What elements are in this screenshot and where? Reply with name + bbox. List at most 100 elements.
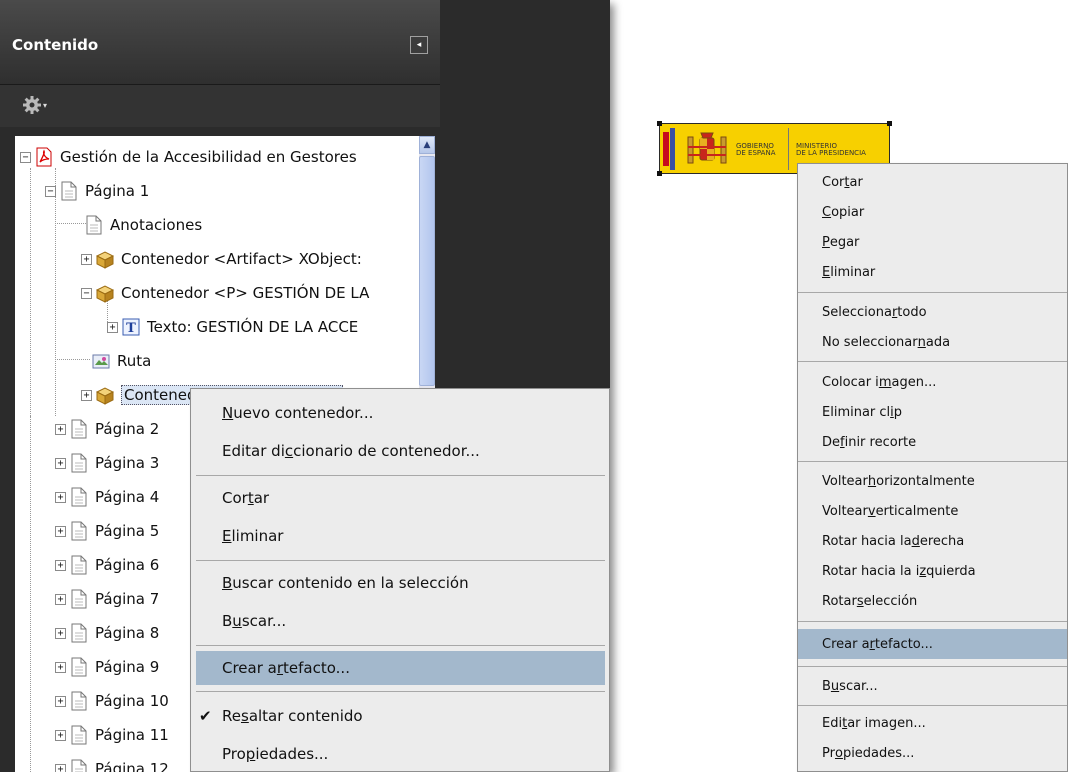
menu-item-colocar-imagen[interactable]: Colocar i m agen...	[798, 367, 1067, 397]
expand-toggle-icon[interactable]: +	[55, 491, 66, 503]
panel-header: Contenido ◂	[0, 0, 440, 85]
menu-item-eliminar[interactable]: Eliminar	[191, 520, 609, 552]
resize-handle[interactable]	[657, 171, 662, 176]
collapse-panel-button[interactable]: ◂	[410, 36, 428, 54]
collapse-toggle-icon[interactable]: −	[20, 151, 31, 163]
menu-item-pegar[interactable]: Pegar	[798, 227, 1067, 257]
menu-item-copiar[interactable]: Copiar	[798, 197, 1067, 227]
tree-item-label: Página 4	[95, 488, 160, 506]
menu-item-crear-artefacto[interactable]: Crear a r tefacto...	[196, 651, 605, 685]
tree-item-page[interactable]: + Página 7	[55, 582, 159, 616]
menu-item-rotar-izquierda[interactable]: Rotar hacia la i z quierda	[798, 556, 1067, 586]
tree-item-annotations[interactable]: Anotaciones	[70, 208, 202, 242]
text-t-icon: T	[122, 317, 140, 337]
menu-item-definir-recorte[interactable]: De f inir recorte	[798, 427, 1067, 457]
menu-item-buscar[interactable]: Bu scar...	[191, 605, 609, 637]
expand-toggle-icon[interactable]: +	[107, 321, 118, 333]
tree-item-page[interactable]: + Página 4	[55, 480, 159, 514]
tree-item-label: Página 1	[85, 182, 150, 200]
tree-item-label: Página 11	[95, 726, 169, 744]
menu-item-resaltar-contenido[interactable]: ✔ Re s altar contenido	[191, 700, 609, 732]
tree-item-path[interactable]: Ruta	[92, 344, 151, 378]
collapse-toggle-icon[interactable]: −	[45, 185, 56, 197]
page-icon	[60, 181, 78, 201]
page-icon	[70, 419, 88, 439]
menu-item-buscar-contenido-seleccion[interactable]: Buscar contenido en la selección	[191, 567, 609, 599]
path-image-icon	[92, 351, 110, 371]
page-icon	[70, 657, 88, 677]
scroll-thumb[interactable]	[419, 156, 435, 386]
expand-toggle-icon[interactable]: +	[55, 763, 66, 772]
tree-item-page[interactable]: + Página 6	[55, 548, 159, 582]
menu-item-eliminar[interactable]: Eliminar	[798, 257, 1067, 287]
tree-item-label: Página 3	[95, 454, 160, 472]
tree-item-container[interactable]: − Contenedor <P> GESTIÓN DE LA	[81, 276, 369, 310]
tree-item-label: Gestión de la Accesibilidad en Gestores	[60, 148, 357, 166]
tree-line	[55, 359, 90, 360]
image-context-menu: Cor t ar Copiar Pegar Eliminar Selecciona r…	[797, 163, 1068, 772]
resize-handle[interactable]	[657, 121, 662, 126]
svg-text:T: T	[126, 321, 136, 336]
content-panel: Contenido ◂ ▾ − Gestión de la Accesibili…	[0, 0, 610, 772]
menu-item-rotar-derecha[interactable]: Rotar hacia la d erecha	[798, 526, 1067, 556]
tree-item-page[interactable]: + Página 2	[55, 412, 159, 446]
menu-item-nuevo-contenedor[interactable]: Nuevo contenedor...	[191, 397, 609, 429]
menu-item-rotar-seleccion[interactable]: Rotar s elección	[798, 586, 1067, 616]
resize-handle[interactable]	[887, 121, 892, 126]
page-icon	[70, 623, 88, 643]
menu-item-buscar[interactable]: Bu scar...	[798, 671, 1067, 701]
page-icon	[70, 589, 88, 609]
menu-item-seleccionar-todo[interactable]: Selecciona r todo	[798, 297, 1067, 327]
page-icon	[70, 453, 88, 473]
menu-item-editar-imagen[interactable]: Edi t ar imagen...	[798, 708, 1067, 738]
collapse-toggle-icon[interactable]: −	[81, 287, 92, 299]
expand-toggle-icon[interactable]: +	[55, 627, 66, 639]
expand-toggle-icon[interactable]: +	[55, 729, 66, 741]
menu-item-propiedades[interactable]: Propiedades...	[191, 738, 609, 770]
tree-item-page[interactable]: + Página 12	[55, 752, 169, 772]
menu-item-eliminar-clip[interactable]: Eliminar cl i p	[798, 397, 1067, 427]
gear-caret-icon: ▾	[43, 101, 47, 110]
expand-toggle-icon[interactable]: +	[55, 423, 66, 435]
logo-divider	[788, 128, 789, 170]
menu-item-voltear-vertical[interactable]: Voltear v erticalmente	[798, 496, 1067, 526]
expand-toggle-icon[interactable]: +	[81, 253, 92, 265]
tree-item-label: Página 9	[95, 658, 160, 676]
tree-item-page[interactable]: − Página 1	[45, 174, 149, 208]
tree-item-page[interactable]: + Página 10	[55, 684, 169, 718]
tree-item-document[interactable]: − Gestión de la Accesibilidad en Gestore…	[20, 140, 357, 174]
tree-item-page[interactable]: + Página 8	[55, 616, 159, 650]
tree-item-label: Página 7	[95, 590, 160, 608]
tree-item-page[interactable]: + Página 3	[55, 446, 159, 480]
page-icon	[70, 759, 88, 772]
expand-toggle-icon[interactable]: +	[55, 695, 66, 707]
menu-separator	[798, 705, 1067, 706]
logo-flag-stripe	[663, 132, 669, 166]
expand-toggle-icon[interactable]: +	[55, 661, 66, 673]
tree-item-page[interactable]: + Página 5	[55, 514, 159, 548]
menu-item-voltear-horizontal[interactable]: Voltear h orizontalmente	[798, 466, 1067, 496]
menu-item-editar-diccionario[interactable]: Editar di c cionario de contenedor...	[191, 435, 609, 467]
container-box-icon	[95, 283, 115, 303]
menu-item-crear-artefacto[interactable]: Crear a r tefacto...	[798, 629, 1067, 659]
menu-item-no-seleccionar[interactable]: No seleccionar n ada	[798, 327, 1067, 357]
menu-separator	[798, 292, 1067, 293]
tree-item-container[interactable]: + Contenedor <Artifact> XObject:	[81, 242, 362, 276]
container-box-icon	[95, 249, 115, 269]
logo-text-espana: DE ESPAÑA	[736, 149, 776, 157]
options-gear-icon[interactable]: ▾	[22, 94, 50, 116]
menu-item-propiedades[interactable]: Propiedades...	[798, 738, 1067, 768]
expand-toggle-icon[interactable]: +	[55, 525, 66, 537]
menu-item-cortar[interactable]: Cor t ar	[798, 167, 1067, 197]
scroll-up-arrow-icon[interactable]: ▲	[419, 136, 435, 154]
menu-separator	[798, 361, 1067, 362]
expand-toggle-icon[interactable]: +	[55, 457, 66, 469]
tree-item-page[interactable]: + Página 9	[55, 650, 159, 684]
tree-item-page[interactable]: + Página 11	[55, 718, 169, 752]
expand-toggle-icon[interactable]: +	[81, 389, 92, 401]
expand-toggle-icon[interactable]: +	[55, 559, 66, 571]
menu-item-cortar[interactable]: Cor t ar	[191, 482, 609, 514]
tree-item-text[interactable]: + T Texto: GESTIÓN DE LA ACCE	[107, 310, 358, 344]
coat-of-arms-icon	[684, 129, 730, 169]
expand-toggle-icon[interactable]: +	[55, 593, 66, 605]
